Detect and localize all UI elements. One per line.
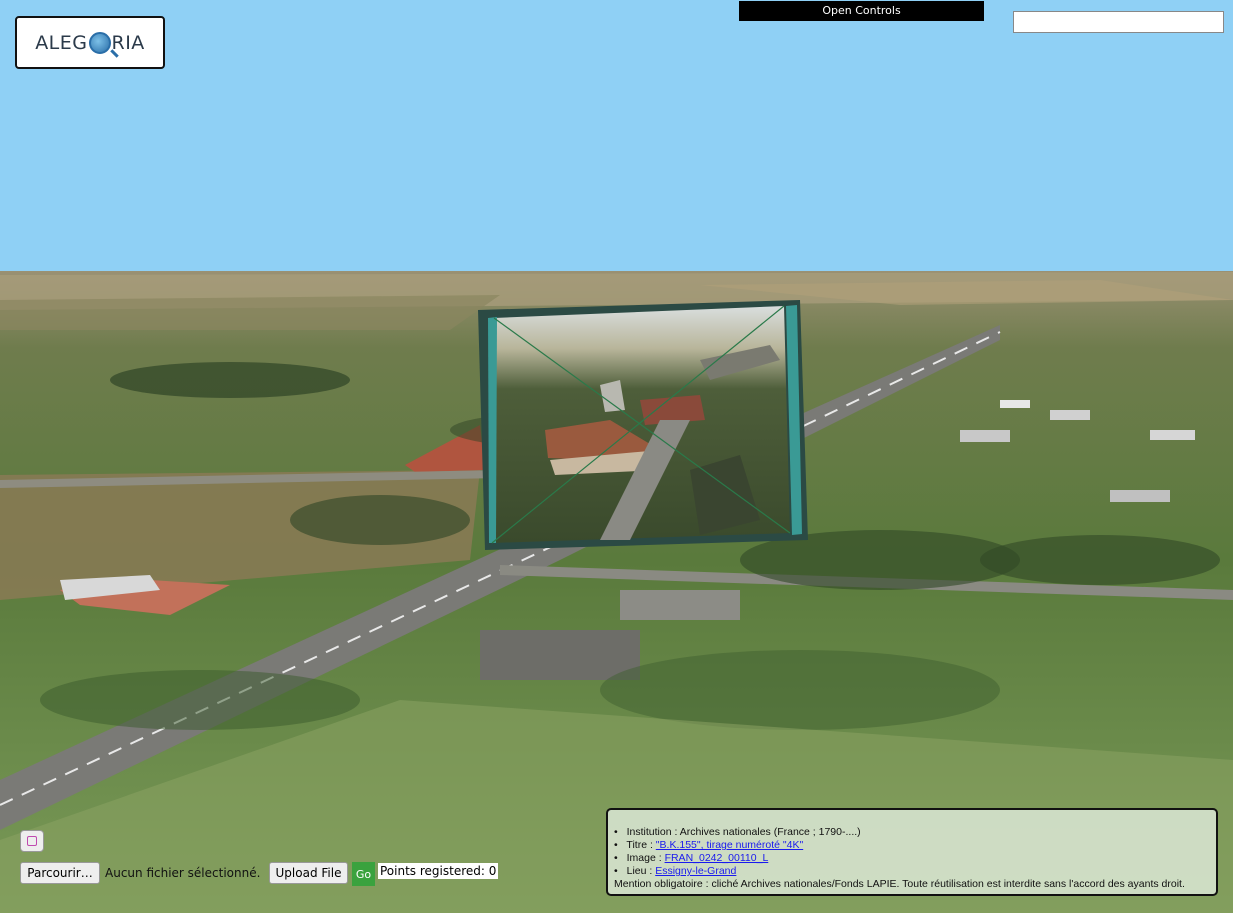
- points-registered-label: Points registered: 0: [378, 863, 499, 879]
- toggle-button[interactable]: [20, 830, 44, 852]
- titre-label: Titre :: [626, 839, 653, 851]
- info-titre: Titre : "B.K.155", tirage numéroté "4K": [614, 839, 1216, 852]
- info-lieu: Lieu : Essigny-le-Grand: [614, 865, 1216, 878]
- info-institution: Institution : Archives nationales (Franc…: [614, 826, 1216, 839]
- alegoria-logo: ALEG RIA: [15, 16, 165, 69]
- 3d-map-scene[interactable]: [0, 0, 1233, 913]
- globe-magnifier-icon: [88, 31, 111, 54]
- lieu-label: Lieu :: [626, 865, 653, 877]
- go-button[interactable]: Go: [352, 862, 375, 886]
- lieu-link[interactable]: Essigny-le-Grand: [655, 865, 736, 877]
- overlay-photo: [478, 300, 808, 550]
- image-link[interactable]: FRAN_0242_00110_L: [665, 852, 769, 864]
- info-image: Image : FRAN_0242_00110_L: [614, 852, 1216, 865]
- browse-file-button[interactable]: Parcourir…: [20, 862, 100, 884]
- logo-text-left: ALEG: [35, 31, 88, 54]
- search-input[interactable]: [1013, 11, 1224, 33]
- no-file-selected-label: Aucun fichier sélectionné.: [105, 866, 261, 880]
- image-label: Image :: [626, 852, 662, 864]
- image-info-panel: Institution : Archives nationales (Franc…: [606, 808, 1218, 896]
- open-controls-button[interactable]: Open Controls: [739, 1, 984, 21]
- sky: [0, 0, 1233, 273]
- square-icon: [27, 836, 37, 846]
- titre-link[interactable]: "B.K.155", tirage numéroté "4K": [656, 839, 803, 851]
- institution-value: Archives nationales (France ; 1790-....): [679, 826, 861, 838]
- upload-file-button[interactable]: Upload File: [269, 862, 348, 884]
- institution-label: Institution :: [626, 826, 678, 838]
- mention-obligatoire: Mention obligatoire : cliché Archives na…: [614, 878, 1185, 890]
- logo-text-right: RIA: [111, 31, 145, 54]
